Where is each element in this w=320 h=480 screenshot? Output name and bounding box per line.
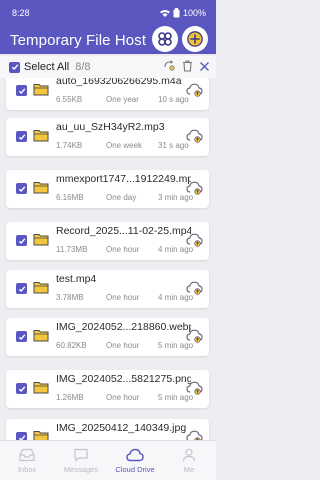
file-checkbox[interactable]: [16, 331, 27, 342]
close-icon[interactable]: [199, 61, 210, 72]
nav-me[interactable]: Me: [162, 441, 216, 480]
selection-bar: Select All 8/8: [0, 56, 216, 78]
check-icon: [18, 133, 25, 140]
cloud-upload-icon[interactable]: [186, 281, 203, 295]
file-card[interactable]: IMG_2024052...5821275.png 1.26MB One hour 5…: [6, 370, 209, 408]
file-size: 6.16MB: [56, 193, 84, 202]
file-checkbox[interactable]: [16, 131, 27, 142]
folder-icon: [33, 234, 49, 246]
check-icon: [18, 185, 25, 192]
file-card[interactable]: IMG_2024052...218860.webp 60.82KB One hour…: [6, 318, 209, 356]
folder-icon: [33, 282, 49, 294]
check-icon: [18, 333, 25, 340]
apps-icon: [158, 32, 172, 46]
file-retention: One hour: [106, 341, 140, 350]
file-name: IMG_2024052...218860.webp: [56, 321, 191, 333]
folder-icon: [33, 330, 49, 342]
battery-level: 100%: [182, 8, 206, 18]
messages-icon: [74, 448, 88, 462]
cloud-drive-icon: [126, 448, 144, 462]
file-size: 3.78MB: [56, 293, 84, 302]
check-icon: [11, 64, 18, 71]
folder-icon: [33, 130, 49, 142]
file-name: au_uu_SzH34yR2.mp3: [56, 121, 165, 133]
file-size: 60.82KB: [56, 341, 87, 350]
status-bar: 8:28 100%: [0, 0, 216, 26]
nav-label-inbox: Inbox: [17, 465, 37, 474]
nav-inbox[interactable]: Inbox: [0, 441, 54, 480]
file-card[interactable]: IMG_20250412_140349.jpg2.00MBOne hour5 m…: [6, 419, 209, 440]
nav-label-cloud-drive: Cloud Drive: [115, 465, 155, 474]
file-uploaded-time: 10 s ago: [158, 95, 189, 104]
wifi-icon: [159, 10, 170, 17]
cloud-upload-icon[interactable]: [186, 430, 203, 440]
file-checkbox[interactable]: [16, 85, 27, 96]
file-retention: One hour: [106, 293, 140, 302]
file-card[interactable]: Record_2025...11-02-25.mp4 11.73MB One hou…: [6, 222, 209, 260]
add-button[interactable]: [182, 26, 208, 52]
check-icon: [18, 87, 25, 94]
person-icon: [182, 448, 196, 462]
nav-cloud-drive[interactable]: Cloud Drive: [108, 441, 162, 480]
file-size: 11.73MB: [56, 245, 88, 254]
check-icon: [18, 385, 25, 392]
file-card[interactable]: mmexport1747...1912249.mp4 6.16MB One day 3…: [6, 170, 209, 208]
file-checkbox[interactable]: [16, 183, 27, 194]
file-checkbox[interactable]: [16, 235, 27, 246]
file-retention: One hour: [106, 393, 140, 402]
file-size: 1.26MB: [56, 393, 84, 402]
nav-label-me: Me: [183, 465, 195, 474]
app-bar: Temporary File Hosting: [0, 26, 216, 54]
select-all-checkbox[interactable]: [9, 61, 20, 73]
apps-button[interactable]: [152, 26, 178, 52]
app-title: Temporary File Hosting: [10, 31, 147, 49]
folder-icon: [33, 182, 49, 194]
cloud-upload-icon[interactable]: [186, 329, 203, 343]
cloud-upload-icon[interactable]: [186, 83, 203, 97]
file-card[interactable]: au_uu_SzH34yR2.mp3 1.74KB One week 31 s ago: [6, 118, 209, 156]
cloud-upload-icon[interactable]: [186, 129, 203, 143]
selection-count: 8/8: [75, 61, 91, 73]
file-checkbox[interactable]: [16, 383, 27, 394]
file-size: 6.55KB: [56, 95, 83, 104]
file-name: test.mp4: [56, 273, 97, 285]
status-time: 8:28: [12, 8, 30, 18]
add-circle-icon: [187, 31, 203, 47]
file-retention: One hour: [106, 245, 140, 254]
file-checkbox[interactable]: [16, 432, 27, 440]
file-retention: One day: [106, 193, 137, 202]
file-uploaded-time: 31 s ago: [158, 141, 189, 150]
file-card[interactable]: test.mp4 3.78MB One hour 4 min ago: [6, 270, 209, 308]
inbox-icon: [19, 448, 35, 462]
folder-icon: [33, 431, 49, 440]
nav-label-messages: Messages: [63, 465, 99, 474]
folder-icon: [33, 84, 49, 96]
folder-icon: [33, 382, 49, 394]
file-list: auto_1693206266295.m4a 6.55KB One year 10 s…: [0, 78, 216, 440]
cloud-upload-icon[interactable]: [186, 181, 203, 195]
file-card[interactable]: auto_1693206266295.m4a 6.55KB One year 10 s…: [6, 78, 209, 110]
select-all-label[interactable]: Select All: [24, 61, 69, 73]
file-name: IMG_2024052...5821275.png: [56, 373, 191, 385]
file-name: IMG_20250412_140349.jpg: [56, 422, 187, 434]
cloud-upload-icon[interactable]: [186, 381, 203, 395]
cloud-upload-icon[interactable]: [186, 233, 203, 247]
check-icon: [18, 285, 25, 292]
file-name: mmexport1747...1912249.mp4: [56, 173, 191, 185]
file-name: Record_2025...11-02-25.mp4: [56, 225, 191, 237]
share-icon[interactable]: [164, 60, 176, 72]
nav-messages[interactable]: Messages: [54, 441, 108, 480]
file-checkbox[interactable]: [16, 283, 27, 294]
check-icon: [18, 237, 25, 244]
battery-icon: [173, 8, 180, 18]
file-size: 1.74KB: [56, 141, 83, 150]
bottom-nav: Inbox Messages Cloud Drive Me: [0, 440, 216, 480]
file-retention: One week: [106, 141, 143, 150]
file-name: auto_1693206266295.m4a: [56, 78, 182, 87]
file-retention: One year: [106, 95, 139, 104]
delete-icon[interactable]: [182, 60, 193, 72]
